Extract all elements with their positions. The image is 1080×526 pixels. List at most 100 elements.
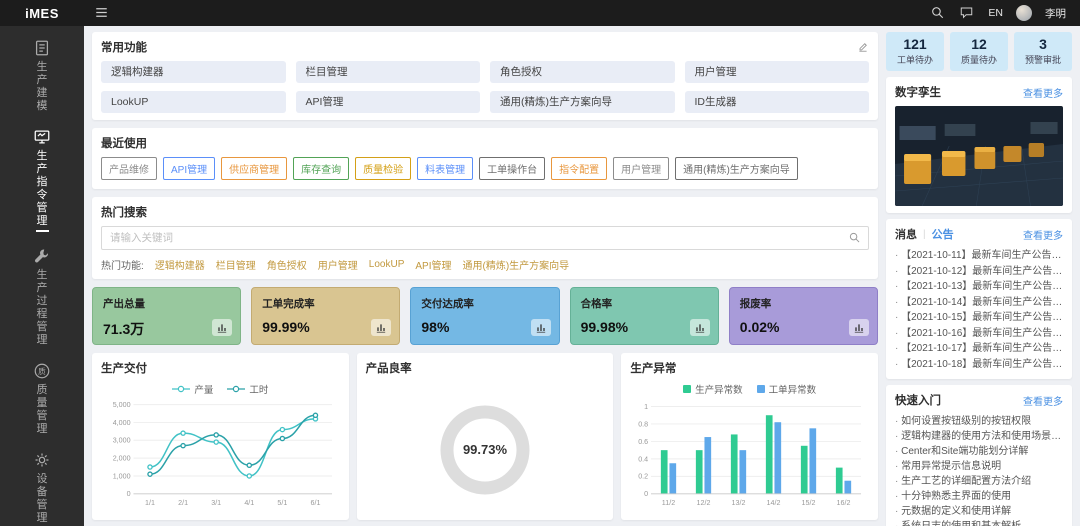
- hot-function-link[interactable]: 栏目管理: [216, 257, 256, 272]
- hot-function-link[interactable]: 用户管理: [318, 257, 358, 272]
- quickstart-list: 如何设置按钮级别的按钮权限逻辑构建器的使用方法和使用场景说明Center和Sit…: [895, 414, 1063, 526]
- common-functions-header: 常用功能: [101, 39, 869, 55]
- quickstart-item[interactable]: Center和Site端功能划分详解: [895, 444, 1063, 459]
- sidebar-item-quality-management[interactable]: 质质量管理: [0, 355, 84, 444]
- yield-donut-wrap: 99.73%: [366, 382, 605, 517]
- quickstart-item[interactable]: 元数据的定义和使用详解: [895, 504, 1063, 519]
- quickstart-header: 快速入门 查看更多: [895, 392, 1063, 408]
- message-item[interactable]: 【2021-10-12】最新车间生产公告车间生产公告: [895, 264, 1063, 280]
- recent-tag[interactable]: API管理: [163, 157, 216, 180]
- search-icon[interactable]: [848, 231, 861, 244]
- app-logo: iMES: [25, 5, 59, 21]
- stat-card[interactable]: 12 质量待办: [950, 32, 1008, 71]
- function-button[interactable]: 栏目管理: [295, 61, 480, 83]
- stat-value: 3: [1039, 36, 1047, 52]
- quickstart-item[interactable]: 常用异常提示信息说明: [895, 459, 1063, 474]
- recent-tag[interactable]: 供应商管理: [221, 157, 288, 180]
- recent-tag[interactable]: 产品维修: [101, 157, 157, 180]
- kpi-card[interactable]: 合格率 99.98%: [569, 287, 719, 345]
- search-input[interactable]: [101, 226, 869, 250]
- function-button[interactable]: 角色授权: [490, 61, 675, 83]
- quickstart-item[interactable]: 如何设置按钮级别的按钮权限: [895, 414, 1063, 429]
- sidebar-item-production-modeling[interactable]: 生产建模: [0, 32, 84, 121]
- sidebar-item-production-process[interactable]: 生产过程管理: [0, 240, 84, 355]
- quickstart-item[interactable]: 生产工艺的详细配置方法介绍: [895, 474, 1063, 489]
- hot-function-links: 热门功能: 逻辑构建器 栏目管理 角色授权 用户管理 LookUP API管理 通用(精炼)…: [101, 257, 869, 272]
- function-button[interactable]: API管理: [295, 91, 480, 113]
- chart-icon: [530, 319, 551, 336]
- function-button[interactable]: 用户管理: [684, 61, 869, 83]
- app-body: 生产建模生产指令管理生产过程管理质质量管理设备管理物流管理SMT防错料系统管理 …: [0, 26, 1080, 526]
- message-item[interactable]: 【2021-10-17】最新车间生产公告车间生产公告: [895, 341, 1063, 357]
- function-button[interactable]: ID生成器: [684, 91, 869, 113]
- legend-item: 工时: [227, 382, 268, 396]
- recent-tag[interactable]: 工单操作台: [479, 157, 546, 180]
- kpi-value: 98%: [421, 319, 450, 335]
- message-list: 【2021-10-11】最新车间生产公告车间生产公告【2021-10-12】最新…: [895, 248, 1063, 372]
- svg-text:5,000: 5,000: [113, 401, 131, 409]
- legend-marker: [756, 385, 765, 393]
- recent-tag[interactable]: 用户管理: [613, 157, 670, 180]
- recent-tag[interactable]: 质量检验: [355, 157, 412, 180]
- search-icon[interactable]: [930, 5, 946, 21]
- hot-function-link[interactable]: 角色授权: [267, 257, 307, 272]
- language-switch[interactable]: EN: [988, 7, 1003, 19]
- message-item[interactable]: 【2021-10-16】最新车间生产公告车间生产公告: [895, 326, 1063, 342]
- quickstart-item[interactable]: 逻辑构建器的使用方法和使用场景说明: [895, 429, 1063, 444]
- svg-text:0.6: 0.6: [639, 438, 649, 446]
- svg-text:0.8: 0.8: [639, 420, 649, 428]
- function-button[interactable]: LookUP: [101, 91, 286, 113]
- kpi-value: 99.99%: [262, 319, 310, 335]
- recent-tag[interactable]: 库存查询: [293, 157, 350, 180]
- recent-tag[interactable]: 通用(精炼)生产方案向导: [675, 157, 798, 180]
- tab-announcements[interactable]: 公告: [932, 226, 954, 242]
- message-item[interactable]: 【2021-10-13】最新车间生产公告车间生产公告: [895, 279, 1063, 295]
- svg-text:4,000: 4,000: [113, 419, 131, 427]
- sidebar-item-equipment-management[interactable]: 设备管理: [0, 444, 84, 526]
- hot-function-link[interactable]: LookUP: [369, 259, 405, 270]
- function-button[interactable]: 逻辑构建器: [101, 61, 286, 83]
- svg-text:2,000: 2,000: [113, 455, 131, 463]
- username: 李明: [1045, 7, 1066, 20]
- recent-tag[interactable]: 指令配置: [551, 157, 608, 180]
- hot-function-link[interactable]: 通用(精炼)生产方案向导: [462, 257, 569, 272]
- message-item[interactable]: 【2021-10-18】最新车间生产公告车间生产公告: [895, 357, 1063, 373]
- kpi-value: 99.98%: [580, 319, 629, 335]
- function-button-grid: 逻辑构建器 栏目管理 角色授权 用户管理 LookUP API管理 通用(精炼)生产方案向导…: [101, 61, 869, 113]
- edit-icon[interactable]: [857, 41, 869, 53]
- chat-icon[interactable]: [959, 5, 975, 21]
- recent-tag[interactable]: 料表管理: [417, 157, 474, 180]
- hot-function-link[interactable]: API管理: [415, 257, 451, 272]
- function-button[interactable]: 通用(精炼)生产方案向导: [490, 91, 675, 113]
- stat-label: 工单待办: [896, 55, 933, 65]
- legend-marker: [227, 385, 246, 393]
- kpi-card[interactable]: 交付达成率 98%: [410, 287, 560, 345]
- menu-icon[interactable]: [94, 5, 110, 21]
- message-item[interactable]: 【2021-10-15】最新车间生产公告车间生产公告: [895, 310, 1063, 326]
- quickstart-item[interactable]: 系统日志的使用和基本解析: [895, 519, 1063, 526]
- hot-function-link[interactable]: 逻辑构建器: [155, 257, 205, 272]
- left-column: 常用功能 逻辑构建器 栏目管理 角色授权 用户管理 LookUP API管理 通用(精炼)生…: [92, 32, 878, 520]
- delivery-chart-header: 生产交付: [101, 360, 340, 376]
- svg-text:1,000: 1,000: [113, 472, 131, 480]
- stat-card[interactable]: 3 预警审批: [1014, 32, 1072, 71]
- kpi-card[interactable]: 产出总量 71.3万: [92, 287, 242, 345]
- kpi-label: 合格率: [580, 298, 613, 310]
- instruction-icon: [33, 128, 51, 146]
- kpi-card[interactable]: 工单完成率 99.99%: [251, 287, 401, 345]
- svg-text:0.4: 0.4: [639, 455, 649, 463]
- stat-card[interactable]: 121 工单待办: [886, 32, 944, 71]
- anomaly-chart-header: 生产异常: [630, 360, 869, 376]
- avatar[interactable]: [1016, 5, 1032, 21]
- sidebar-item-production-instruction[interactable]: 生产指令管理: [0, 121, 84, 240]
- quickstart-item[interactable]: 十分钟熟悉主界面的使用: [895, 489, 1063, 504]
- message-item[interactable]: 【2021-10-11】最新车间生产公告车间生产公告: [895, 248, 1063, 264]
- chart-icon: [689, 319, 710, 336]
- message-item[interactable]: 【2021-10-14】最新车间生产公告车间生产公告: [895, 295, 1063, 311]
- tab-messages[interactable]: 消息: [895, 226, 917, 242]
- svg-text:0.2: 0.2: [639, 473, 649, 481]
- messages-more-link[interactable]: 查看更多: [1023, 227, 1063, 242]
- twin-more-link[interactable]: 查看更多: [1023, 85, 1063, 100]
- quickstart-more-link[interactable]: 查看更多: [1023, 393, 1063, 408]
- kpi-card[interactable]: 报废率 0.02%: [728, 287, 878, 345]
